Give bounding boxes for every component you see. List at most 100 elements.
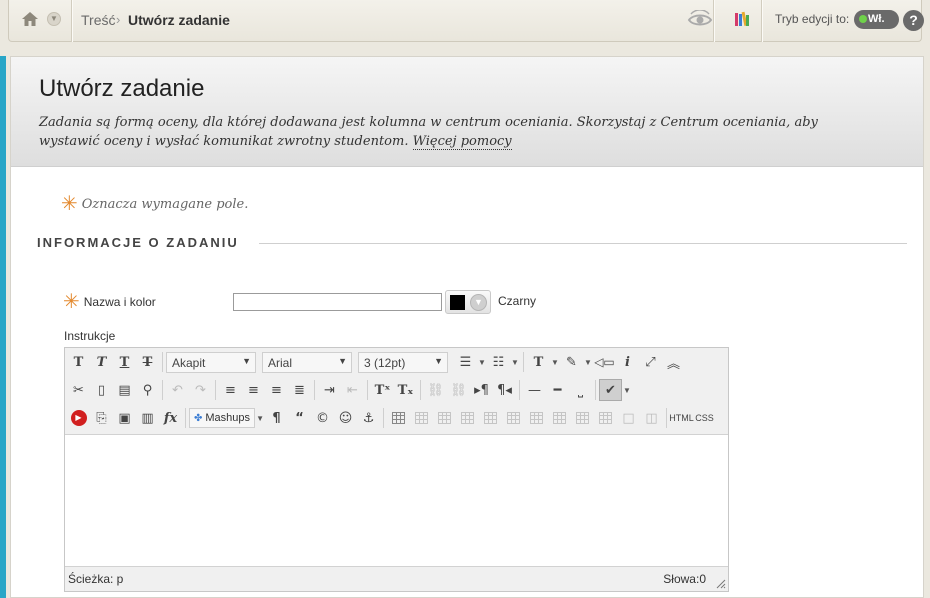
rtl-direction-icon[interactable]: ¶◂	[493, 379, 516, 401]
caret-down-icon[interactable]: ▼	[583, 358, 593, 367]
html-source-button[interactable]: HTML	[669, 407, 694, 429]
section-divider	[259, 243, 907, 244]
spellcheck-icon[interactable]: ✔	[599, 379, 622, 401]
help-button[interactable]: ?	[903, 10, 924, 31]
align-center-icon[interactable]: ≡	[242, 379, 265, 401]
resize-handle-icon[interactable]	[716, 579, 726, 589]
split-cells-icon[interactable]: ◫	[640, 407, 663, 429]
collapse-toolbar-icon[interactable]: ︽	[662, 351, 685, 373]
caret-down-icon[interactable]: ▼	[622, 386, 632, 395]
align-right-icon[interactable]: ≡	[265, 379, 288, 401]
underline-icon[interactable]: T	[113, 351, 136, 373]
strikethrough-icon[interactable]: T	[136, 351, 159, 373]
youtube-icon[interactable]: ▶	[67, 407, 90, 429]
chevron-down-icon[interactable]: ▼	[47, 12, 61, 26]
books-icon[interactable]	[734, 11, 750, 27]
rich-text-editor: T T T T Akapit ▼ Arial ▼ 3 (12pt) ▼ ☰ ▼ ☷ ▼	[64, 347, 729, 592]
caret-down-icon[interactable]: ▼	[510, 358, 520, 367]
word-count: Słowa:0	[663, 572, 706, 586]
copyright-symbol-icon[interactable]: ©	[311, 407, 334, 429]
ltr-direction-icon[interactable]: ▸¶	[470, 379, 493, 401]
more-help-link[interactable]: Więcej pomocy	[412, 134, 512, 150]
superscript-icon[interactable]: Tˣ	[371, 379, 394, 401]
emoticon-icon[interactable]: ☺	[334, 407, 357, 429]
align-justify-icon[interactable]: ≣	[288, 379, 311, 401]
insert-image-icon[interactable]: ▣	[113, 407, 136, 429]
toolbar-divider	[185, 408, 186, 428]
row-properties-icon[interactable]	[433, 407, 456, 429]
css-button[interactable]: CSS	[693, 407, 716, 429]
breadcrumb-item-content[interactable]: Treść	[81, 12, 115, 28]
content-panel: Utwórz zadanie Zadania są formą oceny, d…	[10, 56, 924, 598]
toolbar-divider	[666, 408, 668, 428]
nonbreaking-space-icon[interactable]: ⎵	[569, 379, 592, 401]
indent-icon[interactable]: ⇥	[318, 379, 341, 401]
table-properties-icon[interactable]	[410, 407, 433, 429]
color-picker[interactable]: ▼	[445, 290, 491, 314]
insert-table-icon[interactable]	[387, 407, 410, 429]
mashups-label: Mashups	[205, 412, 251, 424]
link-icon[interactable]: ⛓	[424, 379, 447, 401]
redo-icon[interactable]: ↷	[189, 379, 212, 401]
caret-down-icon: ▼	[434, 355, 443, 366]
edit-mode-toggle[interactable]: Wł.	[854, 10, 899, 29]
blockquote-icon[interactable]: “	[288, 407, 311, 429]
subscript-icon[interactable]: Tₓ	[394, 379, 417, 401]
preview-icon[interactable]: ◁▭	[593, 351, 616, 373]
numbered-list-icon[interactable]: ☷	[487, 351, 510, 373]
toolbar-divider	[215, 380, 216, 400]
insert-column-after-icon[interactable]	[571, 407, 594, 429]
toolbar-row-2: ✂ ▯ ▤ ⚲ ↶ ↷ ≡ ≡ ≡ ≣ ⇥ ⇤ Tˣ Tₓ ⛓ ⛓ ▸¶ ¶◂ …	[67, 377, 632, 403]
horizontal-line-icon[interactable]: —	[523, 379, 546, 401]
insert-column-before-icon[interactable]	[548, 407, 571, 429]
anchor-icon[interactable]: ⚓	[357, 407, 380, 429]
text-color-icon[interactable]: T	[527, 351, 550, 373]
insert-row-before-icon[interactable]	[479, 407, 502, 429]
editor-content-area[interactable]	[65, 435, 728, 566]
cut-icon[interactable]: ✂	[67, 379, 90, 401]
cell-properties-icon[interactable]	[456, 407, 479, 429]
caret-down-icon[interactable]: ▼	[550, 358, 560, 367]
editor-path: Ścieżka: p	[68, 572, 124, 586]
undo-icon[interactable]: ↶	[166, 379, 189, 401]
section-title: INFORMACJE O ZADANIU	[37, 235, 239, 250]
caret-down-icon[interactable]: ▼	[477, 358, 487, 367]
font-family-select[interactable]: Arial ▼	[262, 351, 352, 373]
required-note: ✳ Oznacza wymagane pole.	[61, 191, 248, 215]
student-preview-icon[interactable]	[687, 10, 713, 30]
font-size-select[interactable]: 3 (12pt) ▼	[358, 351, 448, 373]
italic-icon[interactable]: T	[90, 351, 113, 373]
align-left-icon[interactable]: ≡	[219, 379, 242, 401]
toolbar-divider	[420, 380, 421, 400]
fullscreen-icon[interactable]: ⤢	[639, 351, 662, 373]
toolbar-divider	[519, 380, 520, 400]
insert-row-after-icon[interactable]	[502, 407, 525, 429]
unlink-icon[interactable]: ⛓	[447, 379, 470, 401]
math-formula-icon[interactable]: fx	[159, 407, 182, 429]
name-input[interactable]	[233, 293, 442, 311]
copy-icon[interactable]: ▯	[90, 379, 113, 401]
insert-media-icon[interactable]: ▥	[136, 407, 159, 429]
chevron-down-icon[interactable]: ▼	[470, 294, 487, 311]
delete-row-icon[interactable]	[525, 407, 548, 429]
highlight-pen-icon[interactable]: ✎	[560, 351, 583, 373]
paragraph-format-select[interactable]: Akapit ▼	[166, 351, 256, 373]
attach-file-icon[interactable]: ⎘	[90, 407, 113, 429]
home-icon[interactable]	[21, 10, 39, 28]
caret-down-icon: ▼	[242, 355, 251, 366]
toolbar-divider	[162, 352, 163, 372]
merge-cells-icon[interactable]: □	[617, 407, 640, 429]
bullet-list-icon[interactable]: ☰	[454, 351, 477, 373]
info-icon[interactable]: i	[616, 351, 639, 373]
paragraph-mark-icon[interactable]: ¶	[265, 407, 288, 429]
mashups-select[interactable]: ✤ Mashups	[189, 408, 256, 428]
required-star-icon: ✳	[63, 289, 80, 313]
outdent-icon[interactable]: ⇤	[341, 379, 364, 401]
delete-column-icon[interactable]	[594, 407, 617, 429]
paste-icon[interactable]: ▤	[113, 379, 136, 401]
font-family-value: Arial	[268, 355, 293, 370]
bold-icon[interactable]: T	[67, 351, 90, 373]
thick-line-icon[interactable]: ━	[546, 379, 569, 401]
find-icon[interactable]: ⚲	[136, 379, 159, 401]
caret-down-icon[interactable]: ▼	[255, 414, 265, 423]
